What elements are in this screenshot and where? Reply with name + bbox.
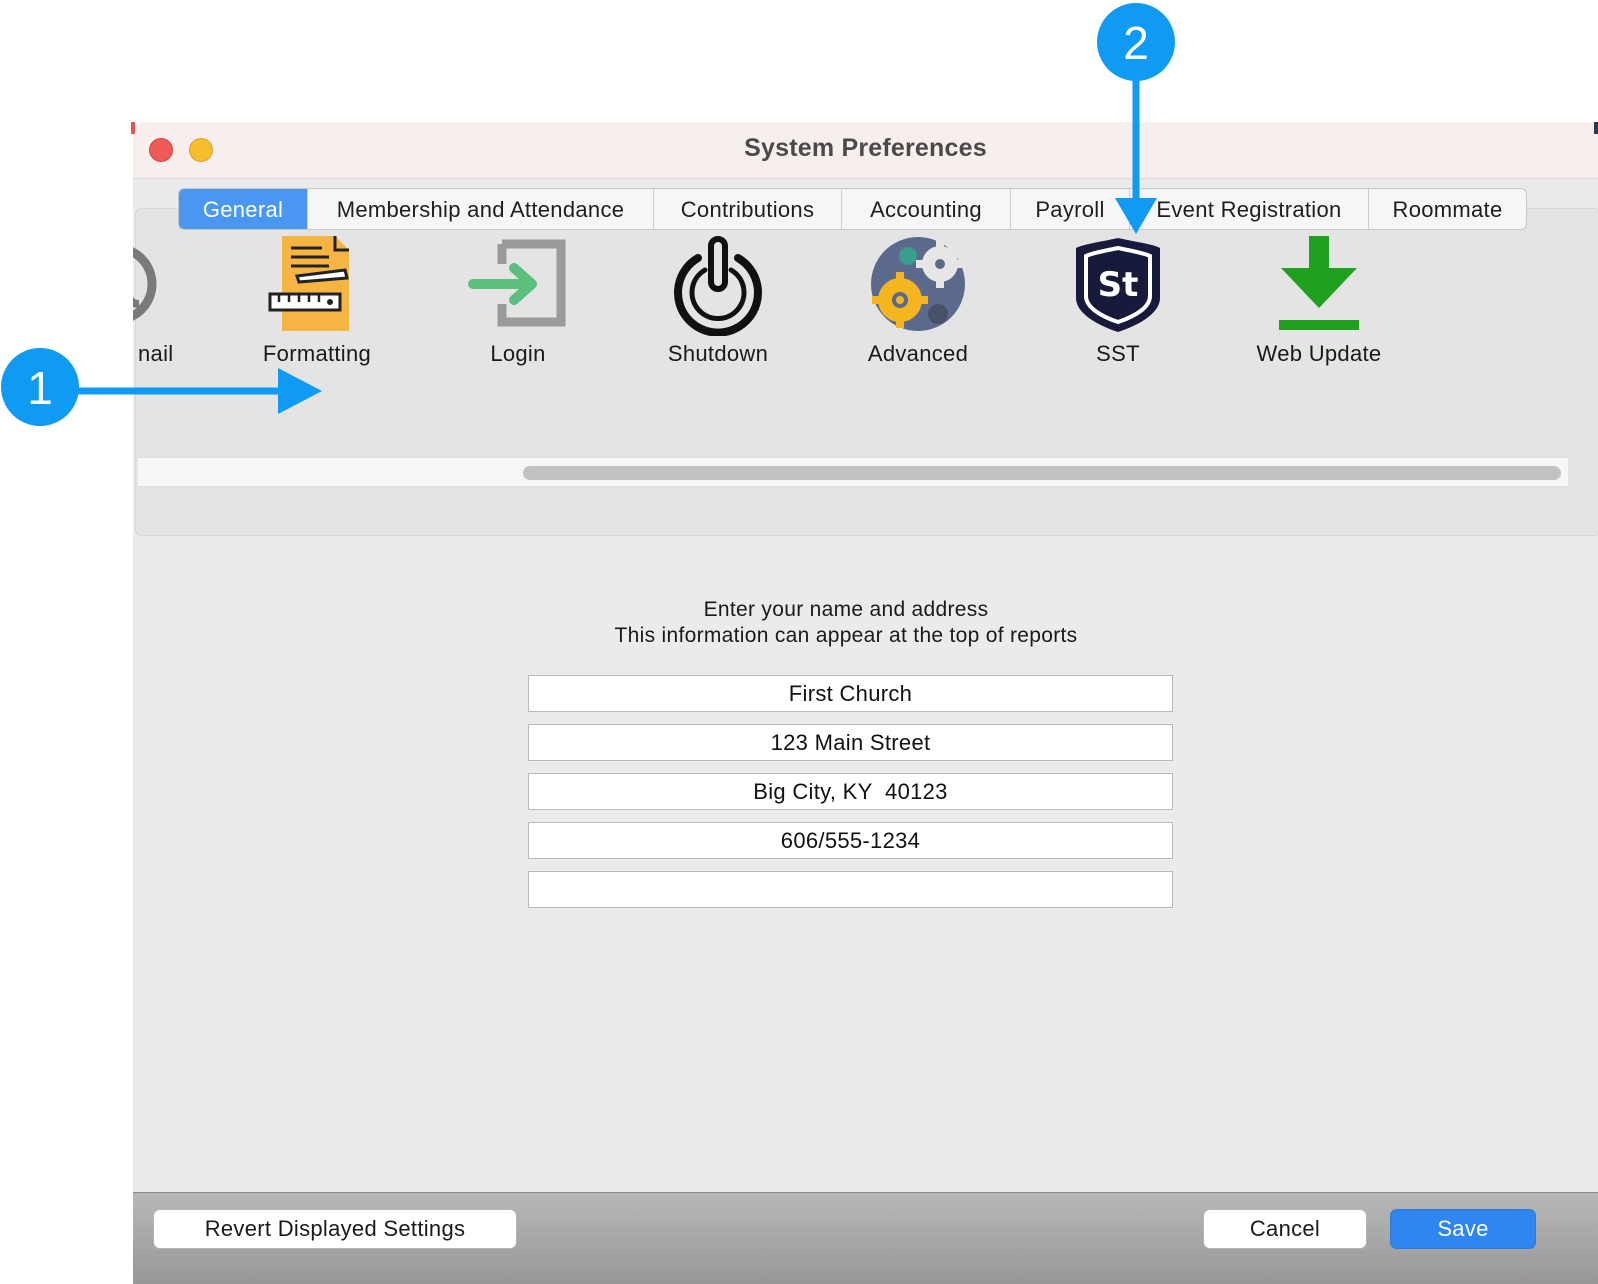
window-title: System Preferences bbox=[744, 134, 987, 162]
window-edge-left bbox=[131, 122, 135, 134]
toolbar-label-email: nail bbox=[138, 341, 174, 366]
gears-icon bbox=[868, 236, 968, 336]
cancel-button[interactable]: Cancel bbox=[1203, 1209, 1367, 1249]
toolbar-item-advanced[interactable]: Advanced bbox=[818, 236, 1018, 376]
title-bar: System Preferences bbox=[133, 122, 1598, 179]
svg-text:St: St bbox=[1098, 265, 1139, 305]
toolbar-item-shutdown[interactable]: Shutdown bbox=[618, 236, 818, 376]
toolbar-label-web-update: Web Update bbox=[1256, 341, 1382, 366]
tab-payroll[interactable]: Payroll bbox=[1011, 189, 1130, 229]
phone-field[interactable] bbox=[528, 822, 1173, 859]
login-icon bbox=[468, 236, 568, 336]
callout-1-number: 1 bbox=[27, 362, 53, 414]
tab-event-registration[interactable]: Event Registration bbox=[1130, 189, 1369, 229]
extra-address-field[interactable] bbox=[528, 871, 1173, 908]
toolbar-item-formatting[interactable]: Formatting bbox=[217, 236, 417, 376]
toolbar-label-formatting: Formatting bbox=[262, 341, 372, 366]
window-edge-right bbox=[1594, 122, 1598, 134]
save-button[interactable]: Save bbox=[1390, 1209, 1536, 1249]
tab-contributions[interactable]: Contributions bbox=[654, 189, 842, 229]
footer-bar: Revert Displayed Settings Cancel Save bbox=[133, 1192, 1598, 1284]
system-preferences-window: System Preferences General Membership an… bbox=[133, 122, 1598, 1284]
tab-general[interactable]: General bbox=[179, 189, 308, 229]
email-icon bbox=[133, 236, 166, 336]
power-icon bbox=[668, 236, 768, 337]
download-icon bbox=[1269, 236, 1369, 336]
tab-membership-attendance[interactable]: Membership and Attendance bbox=[308, 189, 654, 229]
tab-bar: General Membership and Attendance Contri… bbox=[178, 188, 1527, 230]
toolbar-label-advanced: Advanced bbox=[867, 341, 969, 366]
tab-roommate[interactable]: Roommate bbox=[1369, 189, 1526, 229]
toolbar-item-web-update[interactable]: Web Update bbox=[1219, 236, 1419, 376]
toolbar-label-shutdown: Shutdown bbox=[667, 341, 769, 366]
formatting-icon bbox=[267, 236, 367, 336]
name-field[interactable] bbox=[528, 675, 1173, 712]
toolbar-item-login[interactable]: Login bbox=[418, 236, 618, 376]
prompt-line-1: Enter your name and address bbox=[703, 598, 989, 621]
callout-2-number: 2 bbox=[1123, 17, 1149, 69]
street-field[interactable] bbox=[528, 724, 1173, 761]
city-state-zip-field[interactable] bbox=[528, 773, 1173, 810]
callout-1: 1 bbox=[1, 348, 79, 426]
toolbar-item-sst[interactable]: St SST bbox=[1018, 236, 1218, 376]
toolbar-label-sst: SST bbox=[1096, 341, 1140, 366]
sst-shield-icon: St bbox=[1068, 236, 1168, 336]
toolbar-label-login: Login bbox=[490, 341, 546, 366]
revert-settings-button[interactable]: Revert Displayed Settings bbox=[153, 1209, 517, 1249]
toolbar-item-email[interactable]: nail bbox=[133, 236, 216, 376]
callout-2: 2 bbox=[1097, 3, 1175, 81]
prompt-line-2: This information can appear at the top o… bbox=[614, 624, 1078, 647]
tab-accounting[interactable]: Accounting bbox=[842, 189, 1011, 229]
horizontal-scrollbar-thumb[interactable] bbox=[523, 466, 1561, 480]
